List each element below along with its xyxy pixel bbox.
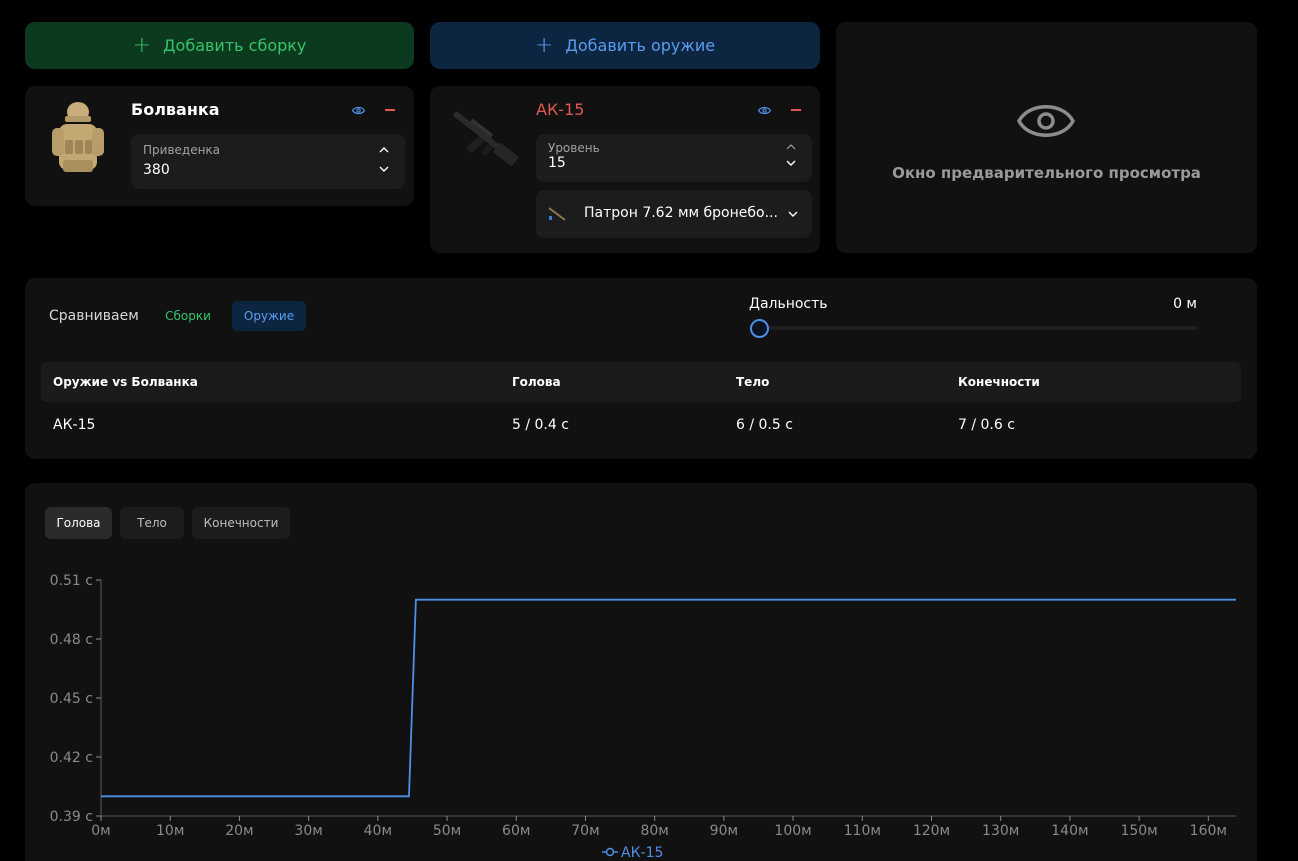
column-header: Конечности (958, 375, 1040, 389)
plus-icon: + (534, 32, 554, 58)
x-tick-label: 110м (844, 823, 881, 839)
chevron-up-icon[interactable] (786, 144, 796, 150)
tab-builds[interactable]: Сборки (157, 301, 219, 331)
chevron-down-icon[interactable] (379, 166, 389, 172)
add-weapon-label: Добавить оружие (565, 36, 716, 55)
x-tick-label: 140м (1051, 823, 1088, 839)
ammo-value: Патрон 7.62 мм бронебо... (584, 205, 778, 221)
field-label: Уровень (548, 141, 600, 155)
y-tick-label: 0.39 с (50, 809, 93, 825)
range-slider-track[interactable] (759, 326, 1197, 330)
y-tick-label: 0.51 с (50, 573, 93, 589)
eye-icon[interactable] (351, 103, 365, 117)
legend-label[interactable]: АК-15 (621, 845, 663, 861)
eye-icon[interactable] (757, 103, 771, 117)
x-tick-label: 40м (364, 823, 392, 839)
table-header: Оружие vs Болванка Голова Тело Конечност… (41, 362, 1241, 402)
y-tick-label: 0.42 с (50, 750, 93, 766)
y-tick-label: 0.45 с (50, 691, 93, 707)
table-cell: АК-15 (53, 417, 96, 433)
weapon-image (453, 111, 519, 166)
legend-marker-dot (605, 847, 615, 857)
ammo-select[interactable]: Патрон 7.62 мм бронебо... (536, 190, 812, 238)
range-value: 0 м (1173, 296, 1197, 312)
add-weapon-button[interactable]: + Добавить оружие (430, 22, 820, 69)
weapon-level-input[interactable]: 15 (548, 155, 566, 171)
preview-text: Окно предварительного просмотра (892, 164, 1201, 182)
weapon-card: АК-15 Уровень 15 Патрон 7.62 мм бронебо.… (430, 86, 820, 253)
weapon-title: АК-15 (536, 100, 585, 119)
x-tick-label: 90м (710, 823, 738, 839)
x-tick-label: 80м (640, 823, 668, 839)
chart-tab-head[interactable]: Голова (45, 507, 112, 539)
x-tick-label: 30м (294, 823, 322, 839)
eye-icon (1017, 105, 1075, 137)
chevron-down-icon[interactable] (786, 160, 796, 166)
chevron-down-icon[interactable] (788, 211, 798, 217)
bullet-icon (548, 207, 566, 221)
x-tick-label: 120м (913, 823, 950, 839)
reduced-armor-input[interactable]: 380 (143, 162, 170, 178)
series-line (101, 598, 1236, 798)
range-slider-thumb[interactable] (750, 319, 769, 338)
x-tick-label: 50м (433, 823, 461, 839)
remove-icon[interactable] (383, 103, 397, 117)
remove-icon[interactable] (789, 103, 803, 117)
x-tick-label: 70м (571, 823, 599, 839)
chart-tab-limbs[interactable]: Конечности (192, 507, 290, 539)
plus-icon: + (132, 32, 152, 58)
weapon-level-field[interactable]: Уровень 15 (536, 134, 812, 182)
range-label: Дальность (749, 296, 828, 312)
build-card: Болванка Приведенка 380 (25, 86, 414, 206)
add-build-label: Добавить сборку (163, 36, 307, 55)
add-build-button[interactable]: + Добавить сборку (25, 22, 414, 69)
compare-label: Сравниваем (49, 308, 139, 324)
preview-panel: Окно предварительного просмотра (836, 22, 1257, 253)
column-header: Голова (512, 375, 561, 389)
x-tick-label: 130м (982, 823, 1019, 839)
field-label: Приведенка (143, 143, 221, 157)
tab-weapons[interactable]: Оружие (232, 301, 306, 331)
chevron-up-icon[interactable] (379, 147, 389, 153)
table-cell: 6 / 0.5 с (736, 417, 793, 433)
table-cell: 5 / 0.4 с (512, 417, 569, 433)
damage-chart: 0.39 с 0.42 с 0.45 с 0.48 с 0.51 с 0м 10м 20м 3… (50, 573, 1236, 861)
x-tick-label: 10м (156, 823, 184, 839)
reduced-armor-field[interactable]: Приведенка 380 (131, 134, 405, 189)
chart-tab-body[interactable]: Тело (120, 507, 184, 539)
x-tick-label: 100м (774, 823, 811, 839)
x-tick-label: 20м (225, 823, 253, 839)
x-tick-label: 150м (1120, 823, 1157, 839)
x-tick-label: 60м (502, 823, 530, 839)
column-header: Тело (736, 375, 770, 389)
table-cell: 7 / 0.6 с (958, 417, 1015, 433)
column-header: Оружие vs Болванка (53, 375, 198, 389)
armor-image (52, 102, 104, 172)
x-tick-label: 160м (1190, 823, 1227, 839)
y-tick-label: 0.48 с (50, 632, 93, 648)
build-title: Болванка (131, 100, 220, 119)
x-tick-label: 0м (91, 823, 110, 839)
